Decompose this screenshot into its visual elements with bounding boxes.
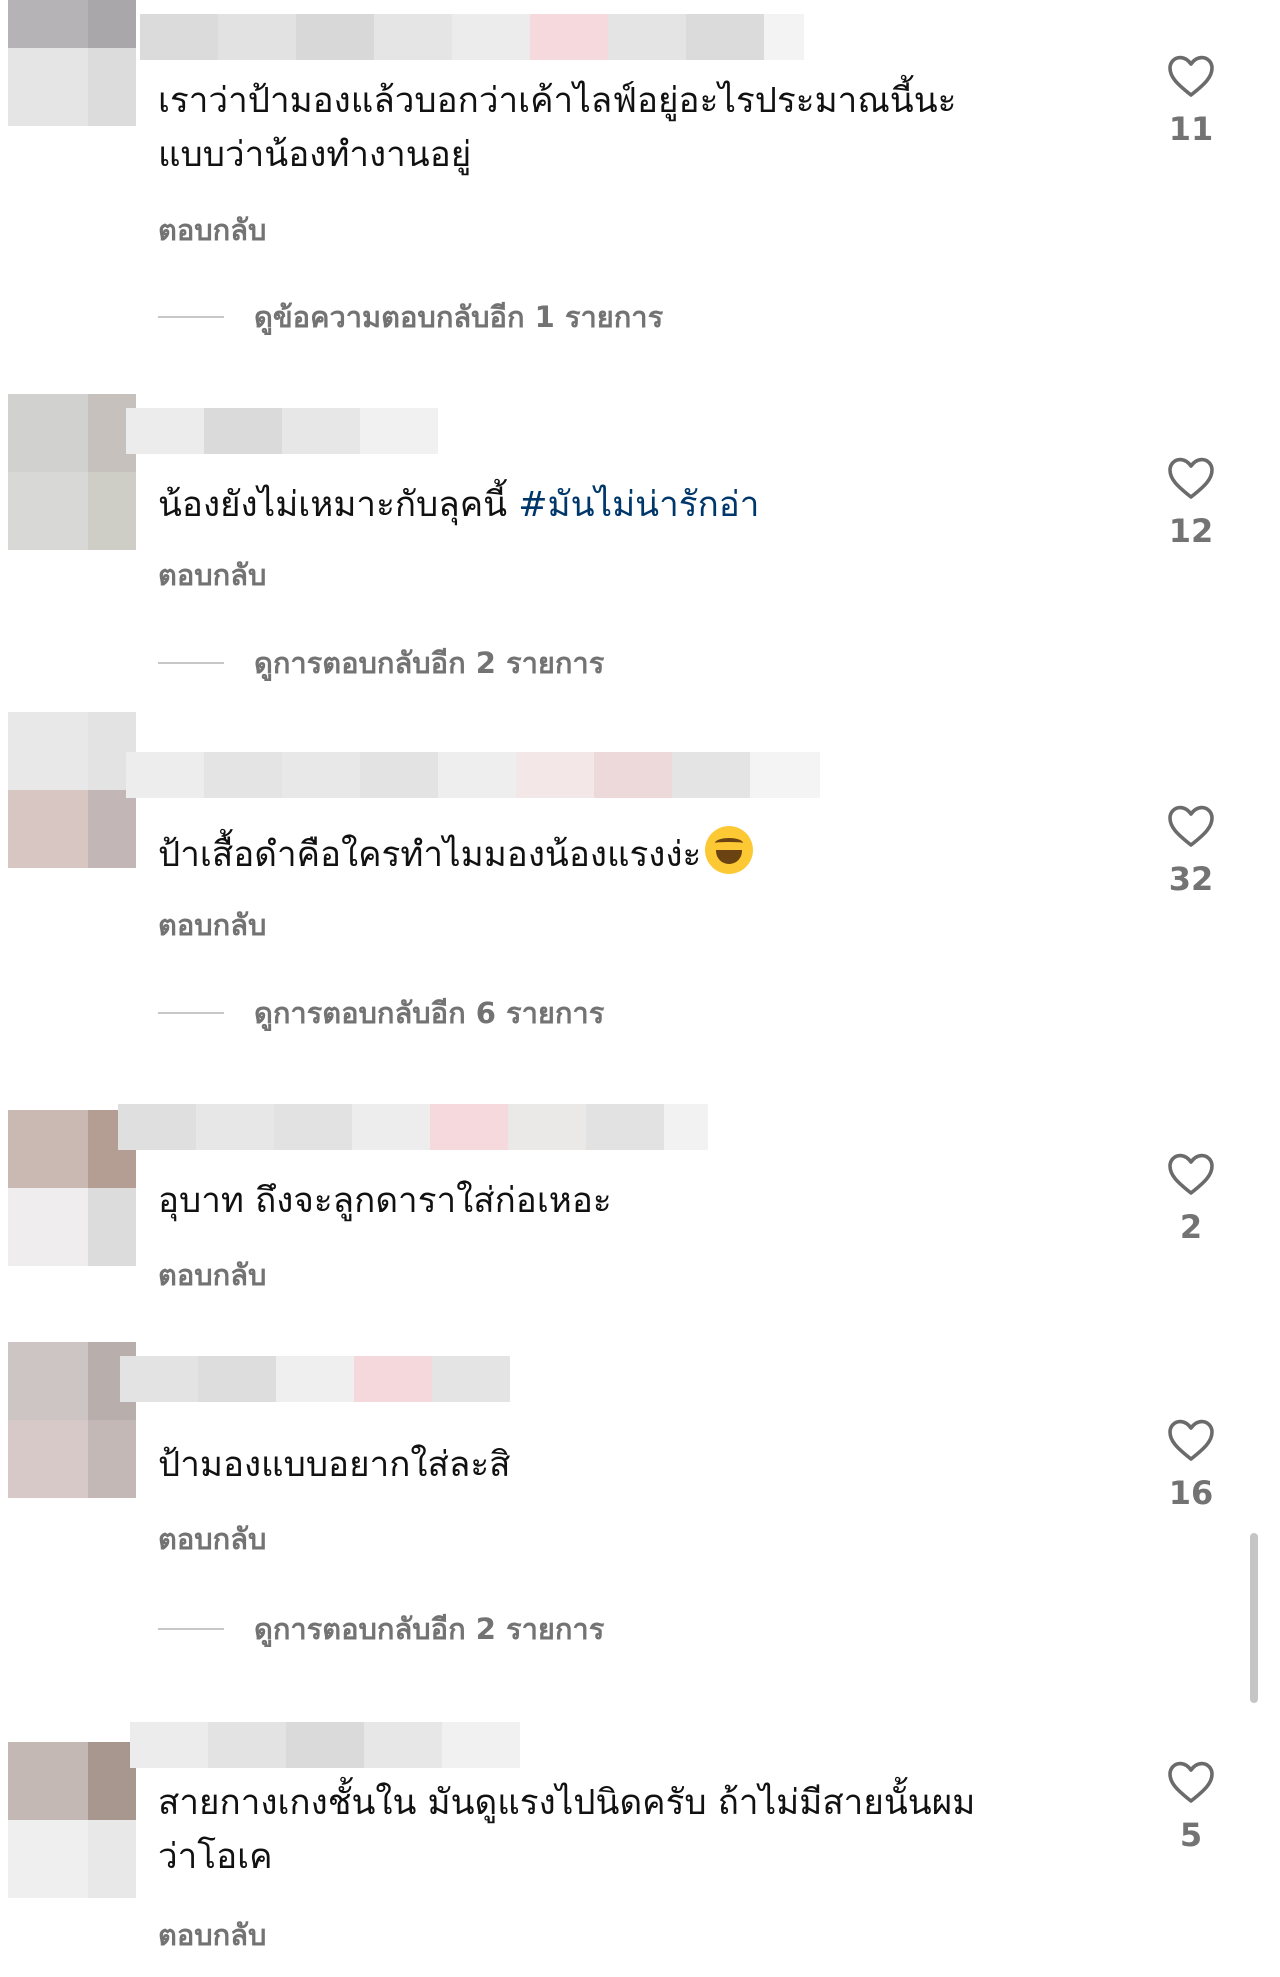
heart-outline-icon [1168, 1419, 1214, 1461]
tears-of-joy-emoji-icon [705, 826, 754, 874]
username-blurred[interactable] [118, 1104, 708, 1150]
view-replies-label: ดูการตอบกลับอีก 2 รายการ [254, 1612, 605, 1646]
divider [158, 1012, 224, 1014]
heart-outline-icon [1168, 55, 1214, 97]
divider [158, 662, 224, 664]
view-replies-button[interactable]: ดูการตอบกลับอีก 2 รายการ [158, 1606, 604, 1652]
heart-outline-icon [1168, 805, 1214, 847]
comment-text: ป้าเสื้อดำคือใครทำไมมองน้องแรงง่ะ [158, 826, 1088, 882]
username-blurred[interactable] [126, 408, 438, 454]
username-blurred[interactable] [140, 14, 804, 60]
view-replies-label: ดูการตอบกลับอีก 6 รายการ [254, 996, 605, 1030]
heart-outline-icon [1168, 1761, 1214, 1803]
like-count: 5 [1179, 1816, 1203, 1854]
comment-text: ป้ามองแบบอยากใส่ละสิ [158, 1445, 511, 1485]
like-button[interactable]: 16 [1156, 1418, 1226, 1512]
comment-text: น้องยังไม่เหมาะกับลุคนี้ #มันไม่น่ารักอ่… [158, 485, 760, 525]
view-replies-button[interactable]: ดูข้อความตอบกลับอีก 1 รายการ [158, 294, 663, 340]
comment-text: สายกางเกงชั้นใน มันดูแรงไปนิดครับ ถ้าไม่… [158, 1783, 976, 1877]
avatar[interactable] [8, 0, 136, 126]
username-blurred[interactable] [120, 1356, 510, 1402]
view-replies-label: ดูข้อความตอบกลับอีก 1 รายการ [254, 300, 664, 334]
view-replies-button[interactable]: ดูการตอบกลับอีก 2 รายการ [158, 640, 604, 686]
view-replies-label: ดูการตอบกลับอีก 2 รายการ [254, 646, 605, 680]
avatar[interactable] [8, 1342, 136, 1498]
like-count: 16 [1168, 1474, 1214, 1512]
scrollbar[interactable] [1250, 1533, 1258, 1703]
hashtag-link[interactable]: #มันไม่น่ารักอ่า [518, 485, 759, 525]
like-button[interactable]: 5 [1156, 1760, 1226, 1854]
heart-outline-icon [1168, 1153, 1214, 1195]
like-count: 2 [1179, 1208, 1203, 1246]
heart-outline-icon [1168, 457, 1214, 499]
reply-button[interactable]: ตอบกลับ [158, 902, 266, 948]
avatar[interactable] [8, 1742, 136, 1898]
reply-button[interactable]: ตอบกลับ [158, 1912, 266, 1958]
like-button[interactable]: 32 [1156, 804, 1226, 898]
divider [158, 1628, 224, 1630]
like-count: 32 [1168, 860, 1214, 898]
reply-button[interactable]: ตอบกลับ [158, 207, 266, 253]
reply-button[interactable]: ตอบกลับ [158, 552, 266, 598]
comment-text: เราว่าป้ามองแล้วบอกว่าเค้าไลฟ์อยู่อะไรปร… [158, 81, 957, 175]
reply-button[interactable]: ตอบกลับ [158, 1516, 266, 1562]
comment-text: อุบาท ถึงจะลูกดาราใส่ก่อเหอะ [158, 1181, 612, 1221]
like-button[interactable]: 11 [1156, 54, 1226, 148]
like-button[interactable]: 2 [1156, 1152, 1226, 1246]
reply-button[interactable]: ตอบกลับ [158, 1252, 266, 1298]
avatar[interactable] [8, 712, 136, 868]
like-count: 12 [1168, 512, 1214, 550]
view-replies-button[interactable]: ดูการตอบกลับอีก 6 รายการ [158, 990, 604, 1036]
username-blurred[interactable] [130, 1722, 520, 1768]
like-button[interactable]: 12 [1156, 456, 1226, 550]
like-count: 11 [1168, 110, 1214, 148]
avatar[interactable] [8, 1110, 136, 1266]
avatar[interactable] [8, 394, 136, 550]
divider [158, 316, 224, 318]
username-blurred[interactable] [126, 752, 820, 798]
